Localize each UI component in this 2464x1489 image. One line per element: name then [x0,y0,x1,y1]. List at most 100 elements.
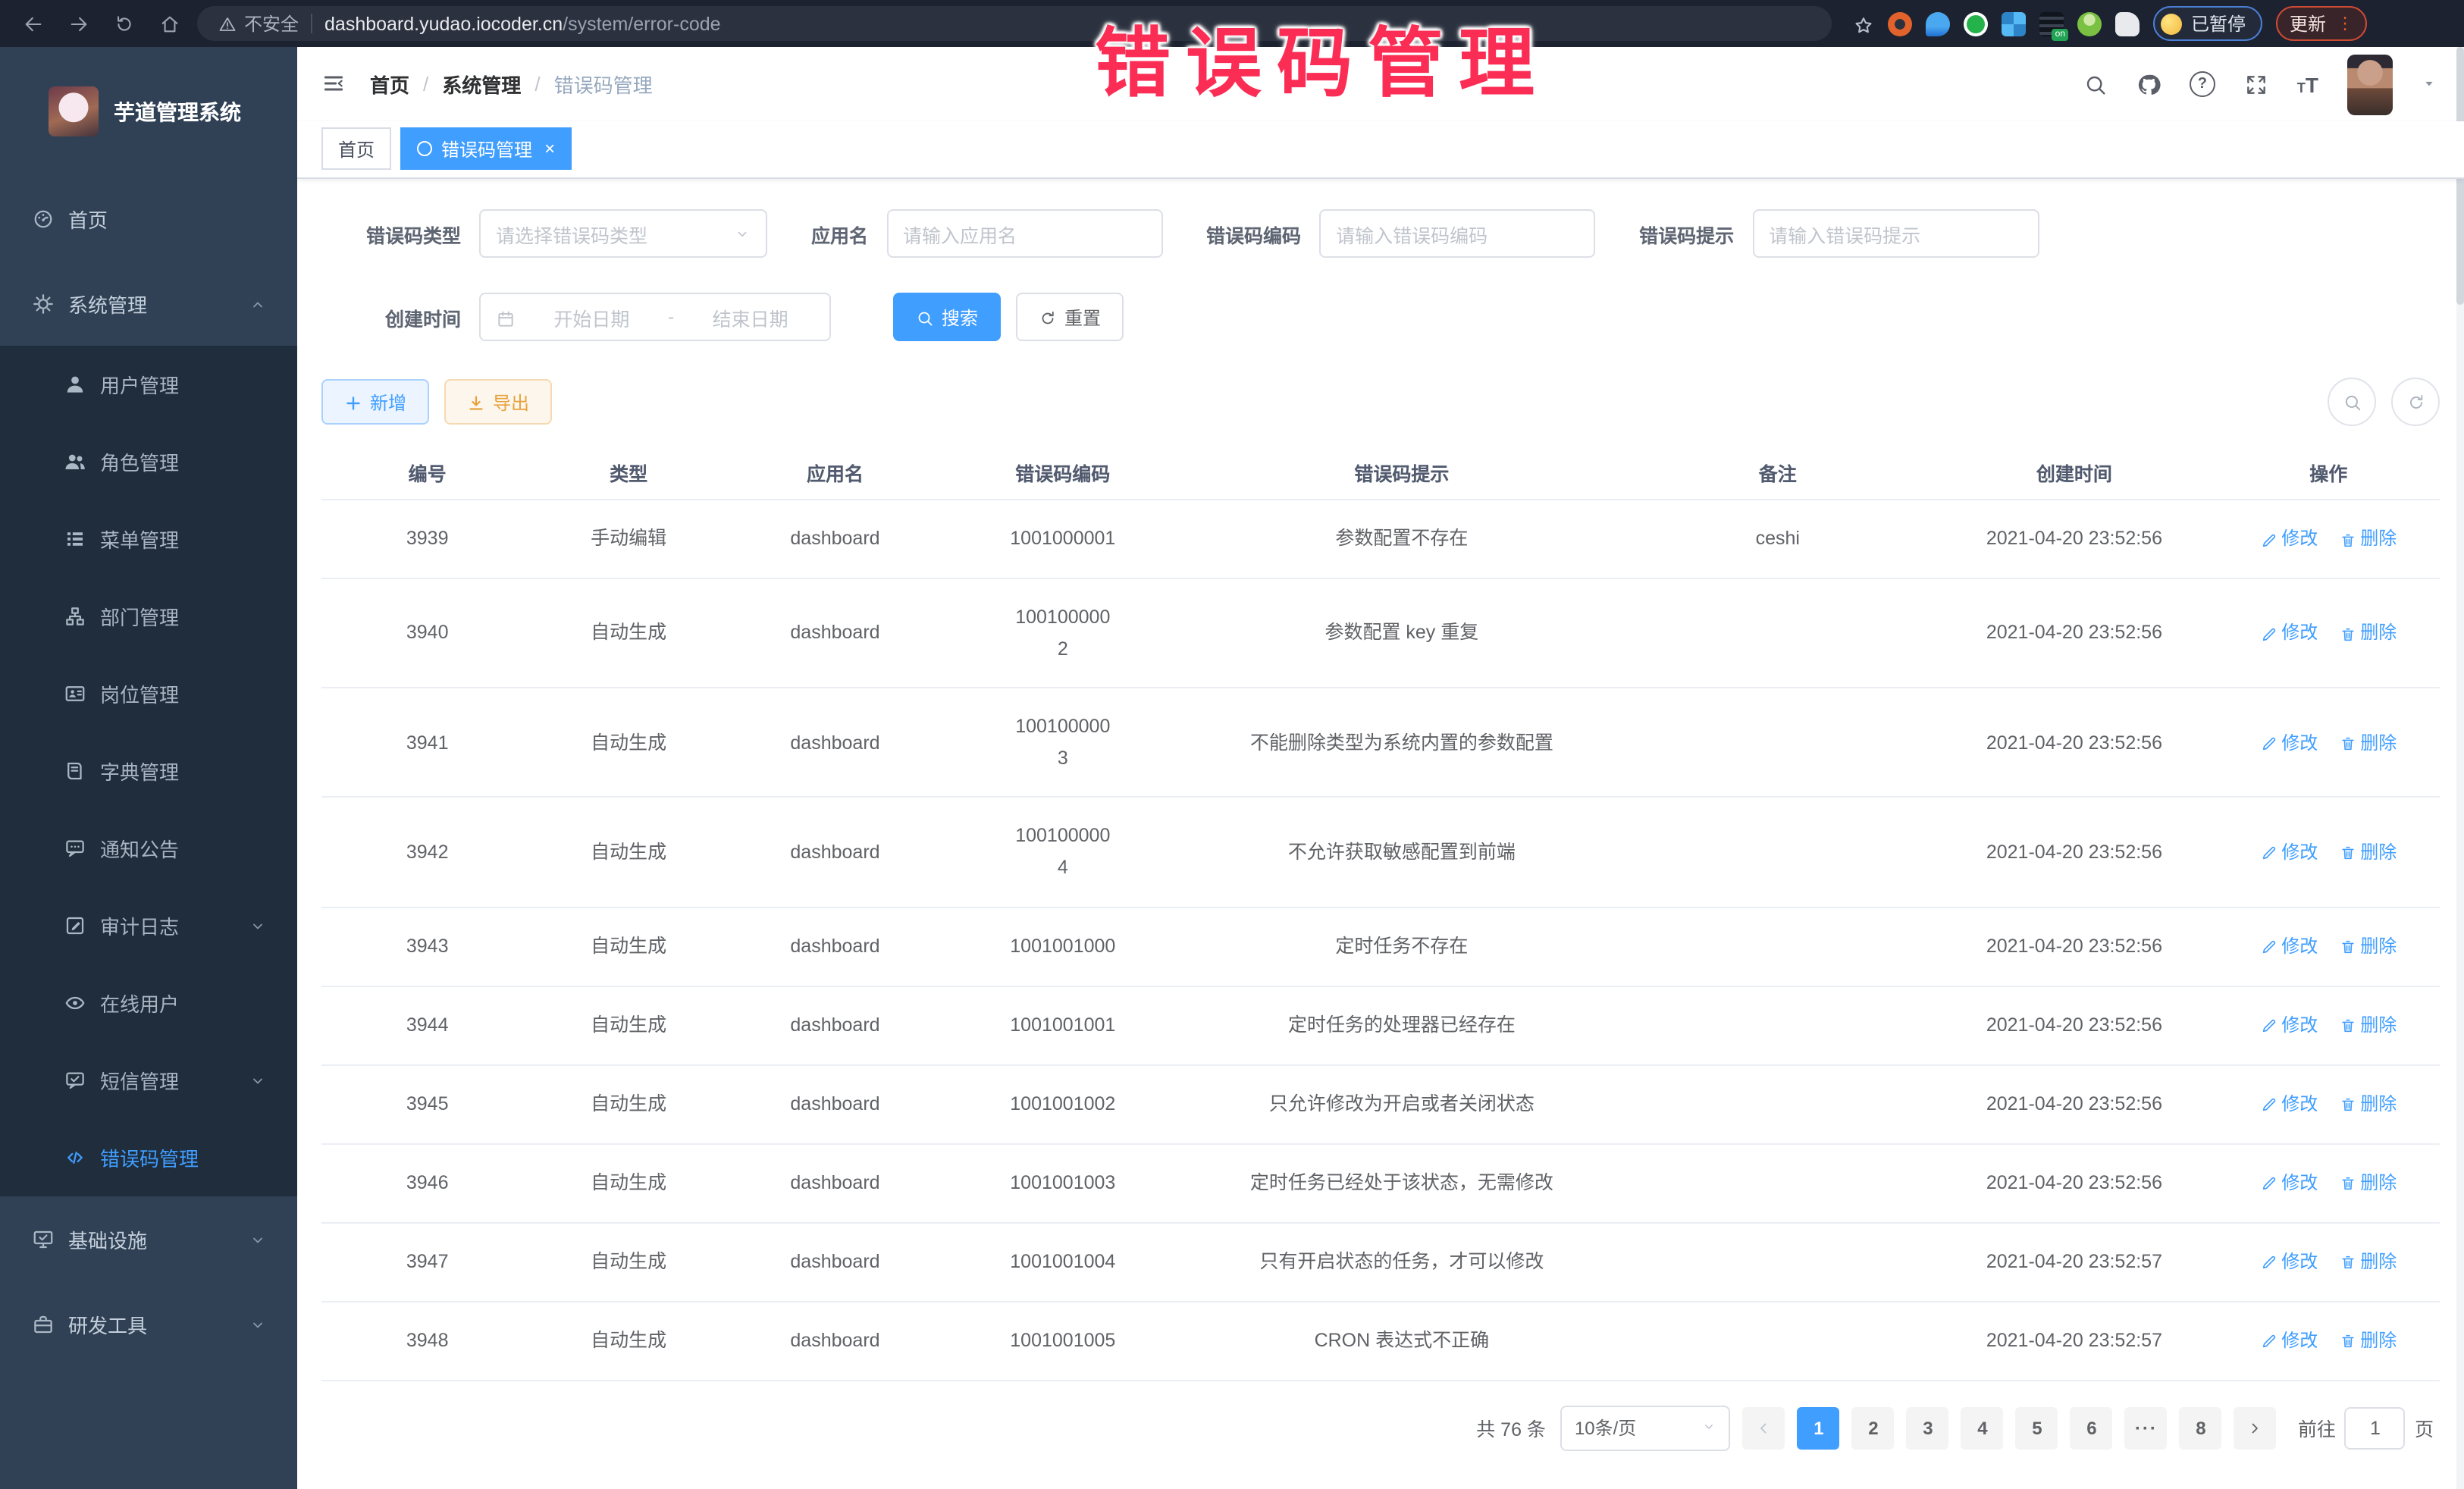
browser-back-icon[interactable] [15,5,52,42]
extension-icon[interactable] [2077,11,2102,36]
page-number-button[interactable]: 6 [2071,1406,2113,1449]
delete-link[interactable]: 删除 [2339,933,2397,963]
delete-link[interactable]: 删除 [2339,619,2397,650]
delete-link[interactable]: 删除 [2339,1326,2397,1356]
page-number-button[interactable]: 1 [1798,1406,1840,1449]
browser-menu-icon[interactable]: ⋮ [2337,14,2353,33]
delete-link[interactable]: 删除 [2339,839,2397,869]
sidebar-menu-item[interactable]: 通知公告 [0,810,297,887]
tab-close-icon[interactable]: × [544,138,555,159]
delete-link[interactable]: 删除 [2339,1011,2397,1042]
browser-reload-icon[interactable] [106,5,143,42]
github-icon[interactable] [2136,72,2161,96]
edit-link[interactable]: 修改 [2260,933,2318,963]
sidebar-menu-item[interactable]: 岗位管理 [0,655,297,732]
edit-link[interactable]: 修改 [2260,619,2318,650]
page-number-button[interactable]: 3 [1907,1406,1949,1449]
app-name-input[interactable]: 请输入应用名 [886,209,1162,258]
delete-link[interactable]: 删除 [2339,729,2397,759]
refresh-table-icon-button[interactable] [2391,378,2440,426]
delete-link[interactable]: 删除 [2339,525,2397,555]
goto-page-input[interactable]: 1 [2345,1406,2406,1449]
reset-button[interactable]: 重置 [1016,293,1124,341]
error-code-input[interactable]: 请输入错误码编码 [1319,209,1595,258]
not-secure-warning[interactable]: 不安全 [218,11,299,36]
table-row[interactable]: 3939 手动编辑 dashboard 1001000001 参数配置不存在 c… [321,500,2440,578]
address-bar[interactable]: 不安全 dashboard.yudao.iocoder.cn/system/er… [197,6,1832,41]
edit-link[interactable]: 修改 [2260,525,2318,555]
toggle-search-icon-button[interactable] [2328,378,2376,426]
error-hint-input[interactable]: 请输入错误码提示 [1752,209,2039,258]
sidebar-menu-item[interactable]: 菜单管理 [0,500,297,578]
tab-home[interactable]: 首页 [321,127,391,170]
avatar-caret-down-icon[interactable] [2422,76,2437,92]
sidebar-menu-item[interactable]: 角色管理 [0,423,297,500]
page-number-button[interactable]: 8 [2180,1406,2222,1449]
error-type-select[interactable]: 请选择错误码类型 [479,209,767,258]
sidebar-menu-item[interactable]: 部门管理 [0,578,297,655]
bookmark-star-icon[interactable] [1853,11,1874,36]
delete-link[interactable]: 删除 [2339,1090,2397,1121]
fullscreen-icon[interactable] [2244,72,2268,96]
search-button[interactable]: 搜索 [893,293,1001,341]
font-size-icon[interactable]: TT [2297,72,2318,96]
sidebar-menu-item[interactable]: 短信管理 [0,1042,297,1119]
sidebar-menu-item[interactable]: 错误码管理 [0,1119,297,1196]
sidebar-menu-item[interactable]: 基础设施 [0,1196,297,1281]
table-row[interactable]: 3943 自动生成 dashboard 1001001000 定时任务不存在 2… [321,907,2440,986]
table-row[interactable]: 3944 自动生成 dashboard 1001001001 定时任务的处理器已… [321,986,2440,1064]
sidebar-menu-item[interactable]: 首页 [0,176,297,261]
page-number-button[interactable]: ··· [2125,1406,2168,1449]
browser-update-button[interactable]: 更新 ⋮ [2276,6,2367,41]
extension-icon[interactable] [1888,11,1912,36]
edit-link[interactable]: 修改 [2260,1248,2318,1278]
profile-paused-badge[interactable]: 已暂停 [2153,6,2262,41]
delete-link[interactable]: 删除 [2339,1169,2397,1199]
edit-link[interactable]: 修改 [2260,839,2318,869]
edit-link[interactable]: 修改 [2260,1090,2318,1121]
sidebar-menu-item[interactable]: 字典管理 [0,732,297,810]
table-row[interactable]: 3941 自动生成 dashboard 100100000 3 不能删除类型为系… [321,688,2440,798]
puzzle-extension-icon[interactable] [2115,11,2140,36]
edit-link[interactable]: 修改 [2260,729,2318,759]
sidebar-collapse-icon[interactable] [321,71,346,98]
date-range-picker[interactable]: 开始日期 - 结束日期 [479,293,831,341]
extension-icon[interactable] [1964,11,1988,36]
browser-forward-icon[interactable] [61,5,97,42]
page-number-button[interactable]: 4 [1961,1406,2004,1449]
tab-error-code[interactable]: 错误码管理 × [400,127,572,170]
extension-icon[interactable] [1926,11,1950,36]
page-number-button[interactable]: 2 [1852,1406,1895,1449]
sidebar-menu-item[interactable]: 审计日志 [0,887,297,964]
delete-link[interactable]: 删除 [2339,1248,2397,1278]
breadcrumb-system[interactable]: 系统管理 [442,70,521,99]
table-row[interactable]: 3942 自动生成 dashboard 100100000 4 不允许获取敏感配… [321,798,2440,908]
table-row[interactable]: 3945 自动生成 dashboard 1001001002 只允许修改为开启或… [321,1064,2440,1143]
help-icon[interactable]: ? [2190,71,2215,97]
page-size-select[interactable]: 10条/页 [1561,1405,1731,1450]
table-row[interactable]: 3948 自动生成 dashboard 1001001005 CRON 表达式不… [321,1301,2440,1380]
user-avatar[interactable] [2347,54,2393,114]
search-icon[interactable] [2083,72,2108,96]
page-scrollbar[interactable] [2456,47,2464,1489]
page-number-button[interactable]: 5 [2016,1406,2058,1449]
table-row[interactable]: 3946 自动生成 dashboard 1001001003 定时任务已经处于该… [321,1143,2440,1222]
table-row[interactable]: 3947 自动生成 dashboard 1001001004 只有开启状态的任务… [321,1222,2440,1301]
edit-link[interactable]: 修改 [2260,1169,2318,1199]
prev-page-button[interactable] [1743,1406,1785,1449]
browser-home-icon[interactable] [152,5,188,42]
sidebar-menu-item[interactable]: 研发工具 [0,1281,297,1366]
edit-link[interactable]: 修改 [2260,1011,2318,1042]
next-page-button[interactable] [2234,1406,2277,1449]
sidebar-menu-item[interactable]: 系统管理 [0,261,297,346]
table-row[interactable]: 3940 自动生成 dashboard 100100000 2 参数配置 key… [321,578,2440,688]
extension-icon[interactable]: on [2039,11,2064,36]
extension-icon[interactable] [2002,11,2026,36]
breadcrumb-home[interactable]: 首页 [370,70,409,99]
add-button[interactable]: 新增 [321,379,429,425]
export-button[interactable]: 导出 [444,379,552,425]
sidebar-menu-item[interactable]: 在线用户 [0,964,297,1042]
edit-link[interactable]: 修改 [2260,1326,2318,1356]
sidebar-logo-row[interactable]: 芋道管理系统 [0,47,297,176]
sidebar-menu-item[interactable]: 用户管理 [0,346,297,423]
